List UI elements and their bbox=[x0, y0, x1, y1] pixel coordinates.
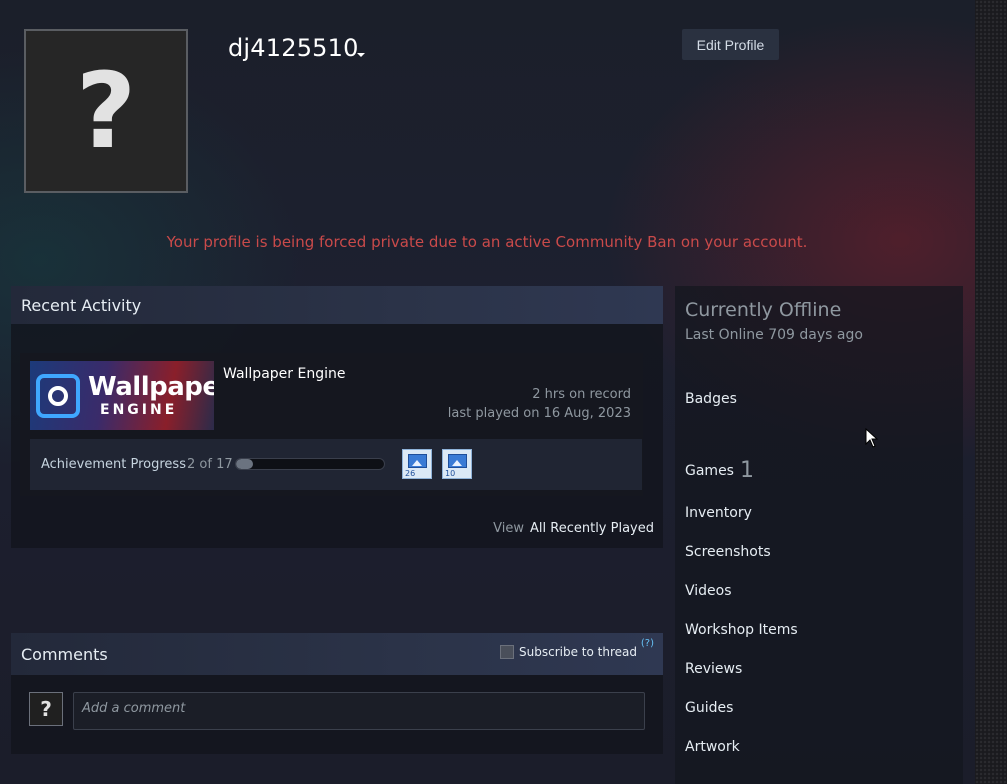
games-count: 1 bbox=[739, 458, 754, 483]
achievement-progress-track bbox=[235, 458, 385, 470]
achievement-icon-number: 26 bbox=[405, 469, 416, 478]
online-status: Currently Offline bbox=[685, 299, 842, 321]
game-hours: 2 hrs on record bbox=[532, 387, 631, 402]
add-comment-input[interactable]: Add a comment bbox=[73, 692, 645, 730]
community-ban-notice: Your profile is being forced private due… bbox=[166, 233, 808, 251]
page-edge-texture bbox=[975, 0, 1007, 784]
subscribe-label: Subscribe to thread bbox=[519, 645, 637, 659]
game-capsule-image[interactable]: Wallpaper ENGINE bbox=[30, 361, 214, 430]
view-all-recently-played: View All Recently Played bbox=[493, 521, 654, 536]
sidebar-link-workshop[interactable]: Workshop Items bbox=[685, 622, 798, 638]
achievement-icon[interactable]: 26 bbox=[402, 449, 432, 479]
recent-activity-panel: Recent Activity Wallpaper ENGINE Wallpap… bbox=[11, 286, 663, 548]
recent-game-card: Wallpaper ENGINE Wallpaper Engine 2 hrs … bbox=[20, 353, 643, 496]
achievement-icon[interactable]: 10 bbox=[442, 449, 472, 479]
achievement-count: 2 of 17 bbox=[187, 457, 233, 472]
wallpaper-engine-logo-icon bbox=[36, 374, 80, 418]
achievement-progress-bar: Achievement Progress 2 of 17 26 10 bbox=[30, 439, 642, 490]
achievement-icon-number: 10 bbox=[445, 469, 456, 478]
sidebar-link-screenshots[interactable]: Screenshots bbox=[685, 544, 771, 560]
profile-sidebar: Currently Offline Last Online 709 days a… bbox=[675, 286, 963, 784]
game-last-played: last played on 16 Aug, 2023 bbox=[447, 406, 631, 421]
all-recently-played-link[interactable]: All Recently Played bbox=[530, 521, 654, 536]
profile-username[interactable]: dj4125510 bbox=[228, 34, 359, 62]
last-online: Last Online 709 days ago bbox=[685, 327, 863, 343]
edit-profile-button[interactable]: Edit Profile bbox=[682, 29, 779, 60]
profile-avatar[interactable]: ? bbox=[24, 29, 188, 193]
sidebar-link-games-label: Games bbox=[685, 463, 734, 479]
game-name-link[interactable]: Wallpaper Engine bbox=[223, 366, 345, 382]
picture-icon bbox=[408, 454, 427, 468]
mouse-cursor-icon bbox=[865, 428, 879, 448]
sidebar-link-inventory[interactable]: Inventory bbox=[685, 505, 752, 521]
chevron-down-icon[interactable] bbox=[357, 53, 365, 57]
view-label: View bbox=[493, 521, 525, 536]
achievement-progress-fill bbox=[236, 459, 254, 469]
commenter-avatar: ? bbox=[29, 692, 63, 726]
recent-activity-header: Recent Activity bbox=[11, 286, 663, 324]
sidebar-link-videos[interactable]: Videos bbox=[685, 583, 732, 599]
sidebar-link-reviews[interactable]: Reviews bbox=[685, 661, 742, 677]
help-icon[interactable]: (?) bbox=[641, 638, 654, 649]
recent-activity-title: Recent Activity bbox=[21, 296, 142, 315]
picture-icon bbox=[448, 454, 467, 468]
comments-title: Comments bbox=[21, 645, 108, 664]
subscribe-checkbox[interactable] bbox=[500, 645, 515, 659]
achievement-progress-label[interactable]: Achievement Progress bbox=[41, 457, 186, 472]
comments-panel: Comments Subscribe to thread (?) ? Add a… bbox=[11, 633, 663, 754]
question-mark-icon: ? bbox=[75, 50, 137, 172]
sidebar-link-badges[interactable]: Badges bbox=[685, 391, 737, 407]
comments-header: Comments Subscribe to thread (?) bbox=[11, 633, 663, 675]
sidebar-link-guides[interactable]: Guides bbox=[685, 700, 733, 716]
subscribe-to-thread[interactable]: Subscribe to thread bbox=[500, 645, 637, 659]
sidebar-link-artwork[interactable]: Artwork bbox=[685, 739, 740, 755]
capsule-subtitle: ENGINE bbox=[100, 402, 178, 418]
capsule-title: Wallpaper bbox=[88, 372, 214, 402]
sidebar-link-games[interactable]: Games 1 bbox=[685, 458, 754, 483]
